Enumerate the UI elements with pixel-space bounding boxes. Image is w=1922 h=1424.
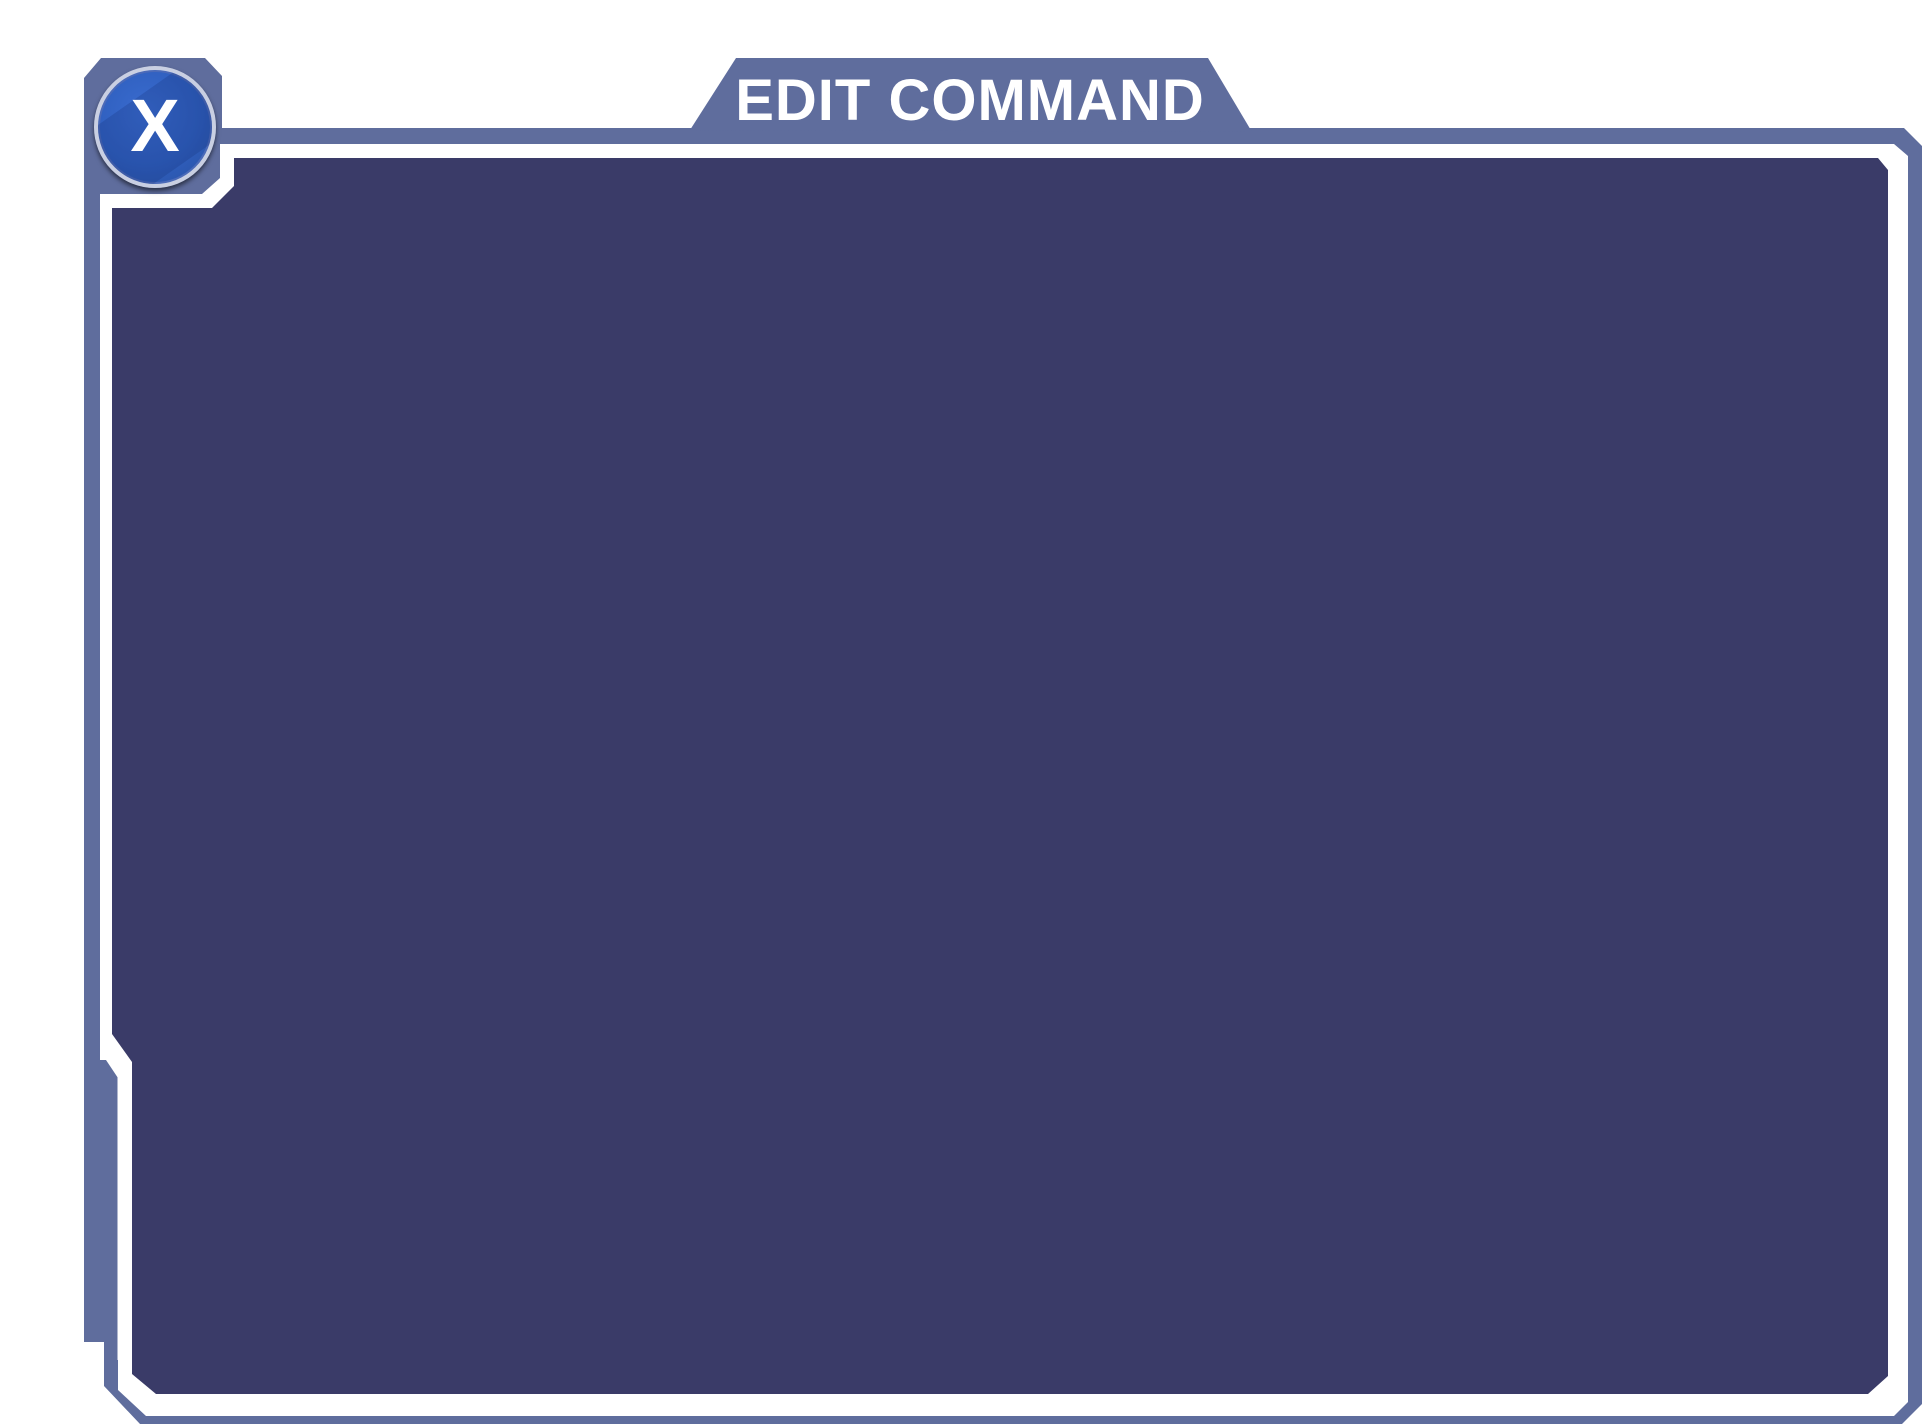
edit-command-dialog: EDIT COMMAND X <box>0 0 1922 1424</box>
dialog-content <box>134 200 1864 1350</box>
dialog-title: EDIT COMMAND <box>735 68 1205 133</box>
close-button[interactable]: X <box>94 66 216 188</box>
close-icon: X <box>130 84 180 167</box>
